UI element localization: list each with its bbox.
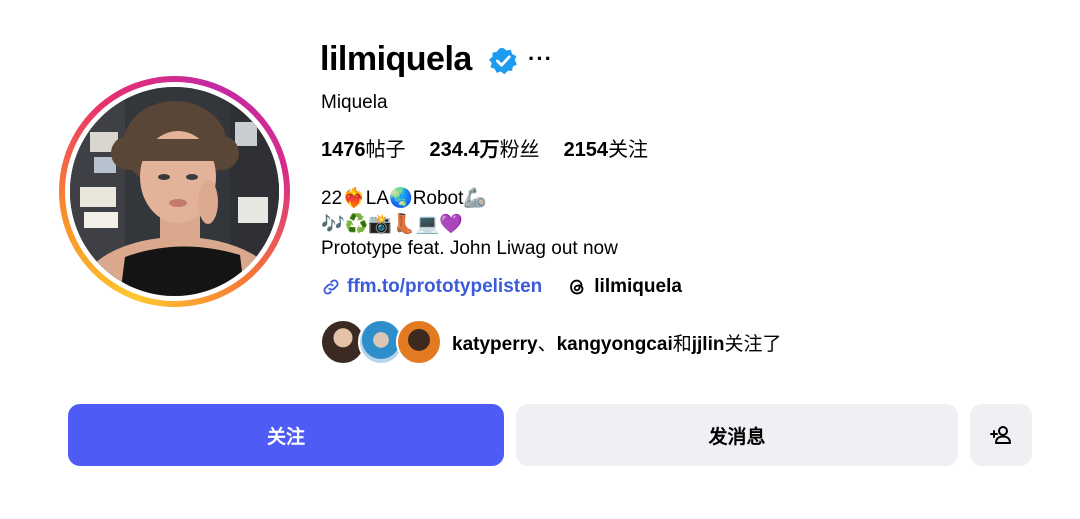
- add-person-icon: [990, 426, 1011, 444]
- followed-by-user-1[interactable]: katyperry: [452, 334, 538, 355]
- followed-by-user-3[interactable]: jjlin: [692, 334, 725, 355]
- following-count: 2154: [563, 139, 609, 161]
- followed-by-text: katyperry、kangyongcai和jjlin关注了: [452, 329, 782, 356]
- link-icon: [323, 279, 339, 295]
- bio-line-2: 🎶♻️📸👢💻💜: [321, 214, 463, 235]
- following-label: 关注: [608, 139, 649, 161]
- follower-avatar-jjlin: [396, 319, 442, 365]
- profile-links: ffm.to/prototypelisten lilmiquela: [321, 274, 682, 300]
- stat-followers[interactable]: 234.4万粉丝: [430, 133, 540, 162]
- stat-posts[interactable]: 1476帖子: [321, 133, 406, 162]
- posts-count: 1476: [321, 139, 366, 161]
- threads-username: lilmiquela: [594, 276, 682, 297]
- message-button-label: 发消息: [708, 426, 766, 448]
- followers-label: 粉丝: [499, 139, 540, 161]
- bio-line-3: Prototype feat. John Liwag out now: [321, 238, 618, 259]
- external-link-text: ffm.to/prototypelisten: [347, 276, 543, 297]
- threads-icon: [570, 279, 584, 295]
- posts-label: 帖子: [365, 139, 406, 161]
- avatar-border: [65, 82, 284, 301]
- threads-link[interactable]: lilmiquela: [566, 276, 682, 298]
- profile-full-name: Miquela: [321, 92, 388, 113]
- followed-by-user-2[interactable]: kangyongcai: [557, 334, 673, 355]
- external-link[interactable]: ffm.to/prototypelisten: [321, 276, 542, 298]
- followed-by-row[interactable]: katyperry、kangyongcai和jjlin关注了: [320, 318, 782, 366]
- profile-avatar[interactable]: [70, 87, 279, 296]
- profile-avatar-ring[interactable]: [59, 76, 290, 307]
- avatar-illustration: [70, 87, 279, 296]
- follow-button[interactable]: 关注: [68, 404, 504, 466]
- profile-stats: 1476帖子 234.4万粉丝 2154关注: [321, 133, 648, 162]
- followed-by-suffix: 关注了: [724, 333, 782, 355]
- more-options-button[interactable]: ···: [528, 46, 553, 72]
- verified-badge-icon: [489, 47, 517, 75]
- message-button[interactable]: 发消息: [516, 404, 958, 466]
- follow-button-label: 关注: [266, 426, 305, 448]
- followed-by-avatars: [320, 318, 444, 366]
- suggest-accounts-button[interactable]: [970, 404, 1032, 466]
- followers-count: 234.4万: [429, 139, 500, 161]
- followed-by-separator: 、: [537, 333, 557, 355]
- stat-following[interactable]: 2154关注: [564, 133, 649, 162]
- followed-by-conjunction: 和: [672, 333, 692, 355]
- profile-username: lilmiquela: [320, 40, 472, 78]
- bio-line-1: 22❤️‍🔥LA🌏Robot🦾: [321, 188, 488, 209]
